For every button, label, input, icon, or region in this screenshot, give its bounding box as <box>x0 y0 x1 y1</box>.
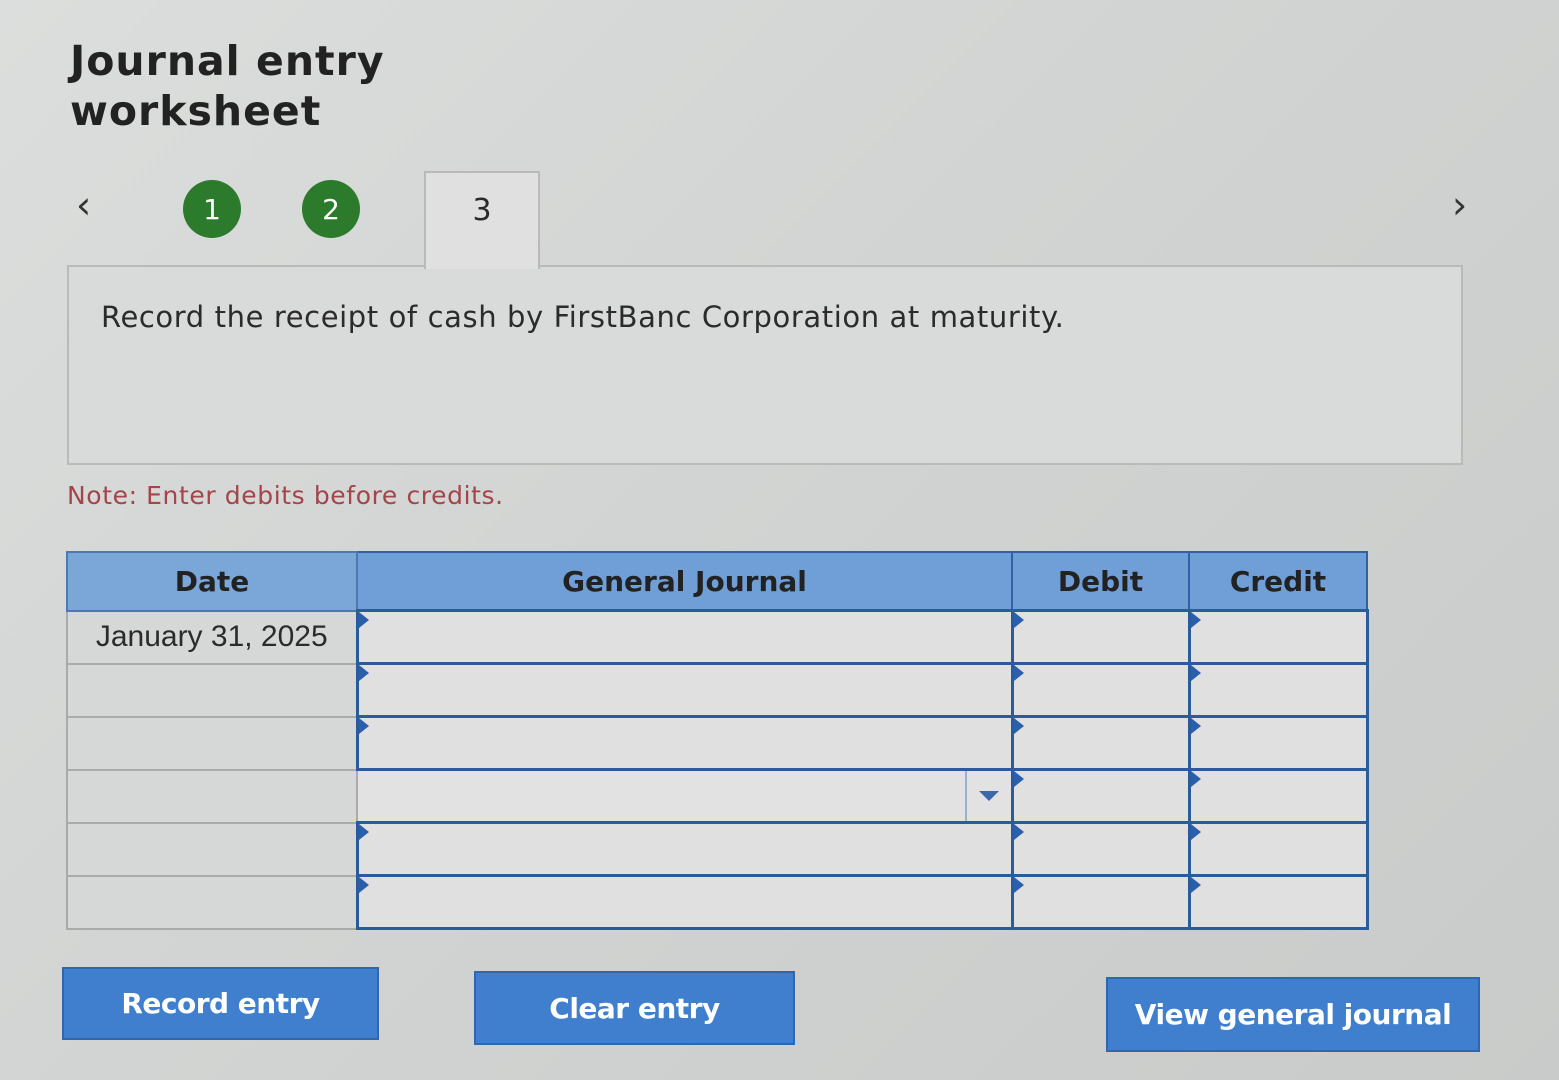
account-input[interactable] <box>355 609 1014 665</box>
step-1-label: 1 <box>203 192 221 226</box>
table-header-row: Date General Journal Debit Credit <box>66 551 1368 612</box>
date-cell <box>66 874 358 930</box>
debit-input[interactable] <box>1010 768 1191 824</box>
page-title-line-1: Journal entry <box>70 37 385 85</box>
account-input[interactable] <box>355 874 1014 930</box>
note-text: Note: Enter debits before credits. <box>67 481 504 510</box>
credit-input[interactable] <box>1187 768 1369 824</box>
prompt-box: Record the receipt of cash by FirstBanc … <box>67 265 1463 465</box>
date-cell <box>66 715 358 771</box>
column-header-general-journal: General Journal <box>356 551 1013 612</box>
step-3-tab[interactable]: 3 <box>424 171 540 269</box>
table-row <box>66 662 1369 718</box>
page-title: Journal entry worksheet <box>70 36 385 136</box>
column-header-debit: Debit <box>1011 551 1190 612</box>
account-input[interactable] <box>355 715 1014 771</box>
date-cell: January 31, 2025 <box>66 609 358 665</box>
credit-input[interactable] <box>1187 874 1369 930</box>
date-cell <box>66 821 358 877</box>
journal-table: Date General Journal Debit Credit Januar… <box>66 551 1369 930</box>
table-row <box>66 715 1369 771</box>
date-cell <box>66 768 358 824</box>
step-1-button[interactable]: 1 <box>183 180 241 238</box>
column-header-credit: Credit <box>1188 551 1368 612</box>
clear-entry-button[interactable]: Clear entry <box>474 971 795 1045</box>
prompt-text: Record the receipt of cash by FirstBanc … <box>101 300 1065 334</box>
step-2-button[interactable]: 2 <box>302 180 360 238</box>
account-select[interactable] <box>356 768 1013 824</box>
table-row <box>66 821 1369 877</box>
debit-input[interactable] <box>1010 874 1191 930</box>
table-row: January 31, 2025 <box>66 609 1369 665</box>
table-row <box>66 768 1369 824</box>
record-entry-button[interactable]: Record entry <box>62 967 379 1040</box>
table-row <box>66 874 1369 930</box>
credit-input[interactable] <box>1187 662 1369 718</box>
debit-input[interactable] <box>1010 609 1191 665</box>
step-3-label: 3 <box>472 193 492 228</box>
debit-input[interactable] <box>1010 715 1191 771</box>
page-title-line-2: worksheet <box>70 87 322 135</box>
account-input[interactable] <box>355 821 1014 877</box>
account-input[interactable] <box>355 662 1014 718</box>
debit-input[interactable] <box>1010 662 1191 718</box>
view-general-journal-button[interactable]: View general journal <box>1106 977 1480 1052</box>
chevron-left-icon[interactable]: ‹ <box>76 180 91 230</box>
step-2-label: 2 <box>322 192 340 226</box>
credit-input[interactable] <box>1187 821 1369 877</box>
credit-input[interactable] <box>1187 715 1369 771</box>
chevron-down-icon <box>978 791 999 801</box>
dropdown-button[interactable] <box>964 771 1011 821</box>
date-cell <box>66 662 358 718</box>
credit-input[interactable] <box>1187 609 1369 665</box>
column-header-date: Date <box>66 551 358 612</box>
chevron-right-icon[interactable]: › <box>1452 180 1467 230</box>
debit-input[interactable] <box>1010 821 1191 877</box>
